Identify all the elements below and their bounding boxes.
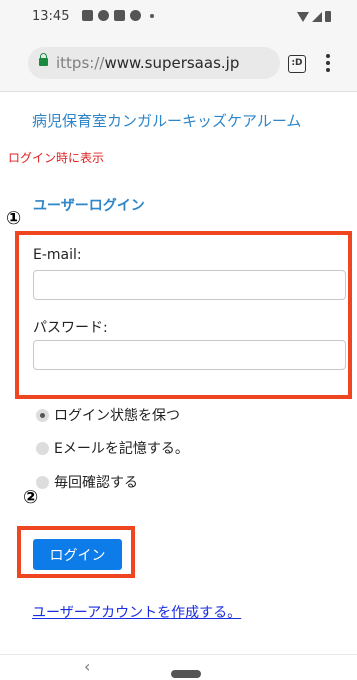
radio-remember-email[interactable]: Eメールを記憶する。	[36, 438, 189, 458]
email-label: E-mail:	[33, 247, 82, 263]
email-field[interactable]	[33, 270, 346, 300]
back-nav-icon[interactable]: ‹	[84, 657, 90, 676]
annotation-marker-2: ②	[23, 487, 39, 508]
location-notification-icon	[98, 10, 109, 21]
password-field[interactable]	[33, 340, 346, 370]
battery-icon	[325, 11, 331, 22]
system-status-icons	[297, 11, 331, 22]
login-button[interactable]: ログイン	[33, 539, 122, 570]
browser-toolbar: ittps://www.supersaas.jp :D	[0, 34, 357, 92]
browser-menu-icon[interactable]	[326, 54, 330, 72]
create-account-link[interactable]: ユーザーアカウントを作成する。	[32, 602, 241, 622]
line-notification-icon	[130, 10, 141, 21]
notification-icons	[82, 10, 154, 21]
android-nav-bar: ‹	[0, 654, 357, 680]
login-heading: ユーザーログイン	[33, 198, 145, 214]
radio-label: 毎回確認する	[54, 475, 138, 491]
site-title: 病児保育室カンガルーキッズケアルーム	[32, 112, 302, 130]
password-label: パスワード:	[33, 320, 108, 336]
radio-label: ログイン状態を保つ	[54, 408, 180, 424]
url-scheme: ittps://	[56, 54, 105, 72]
image-notification-icon	[82, 10, 93, 21]
annotation-marker-1: ①	[6, 208, 22, 229]
status-bar: 13:45	[0, 0, 357, 34]
home-gesture-pill[interactable]	[171, 670, 201, 678]
url-text[interactable]: ittps://www.supersaas.jp	[56, 54, 239, 72]
lock-icon	[39, 53, 48, 66]
radio-checked-icon[interactable]	[36, 408, 49, 422]
url-host: www.supersaas.jp	[104, 54, 240, 72]
radio-unchecked-icon[interactable]	[36, 441, 49, 455]
address-bar[interactable]: ittps://www.supersaas.jp	[28, 47, 280, 79]
facebook-notification-icon	[114, 10, 125, 21]
wifi-icon	[297, 12, 309, 22]
signal-icon	[312, 12, 322, 22]
status-time: 13:45	[32, 9, 70, 24]
radio-confirm-each-time[interactable]: 毎回確認する	[36, 472, 138, 492]
login-note: ログイン時に表示	[8, 151, 105, 165]
radio-keep-logged-in[interactable]: ログイン状態を保つ	[36, 405, 180, 425]
tab-switcher-icon[interactable]: :D	[288, 55, 306, 73]
radio-label: Eメールを記憶する。	[54, 441, 189, 457]
more-notifications-icon	[150, 13, 154, 18]
